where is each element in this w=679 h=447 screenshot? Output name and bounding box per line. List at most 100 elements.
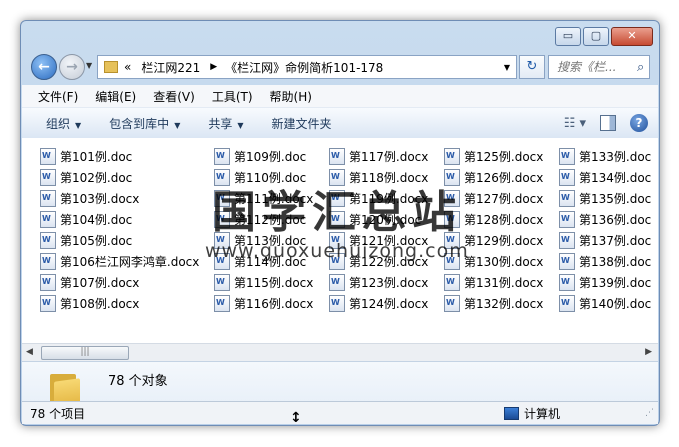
file-item[interactable]: 第138例.doc xyxy=(559,251,658,272)
arrow-left-icon: ← xyxy=(38,59,50,75)
breadcrumb-separator-icon[interactable]: ▶ xyxy=(210,62,217,72)
organize-label: 组织 xyxy=(46,116,71,131)
file-item[interactable]: 第109例.doc xyxy=(214,146,329,167)
file-item[interactable]: 第107例.docx xyxy=(40,272,214,293)
file-name: 第123例.docx xyxy=(349,276,429,290)
minimize-button[interactable]: ▭ xyxy=(555,27,581,46)
file-item[interactable]: 第136例.doc xyxy=(559,209,658,230)
recent-pages-dropdown[interactable]: ▼ xyxy=(86,61,92,70)
include-library-button[interactable]: 包含到库中 ▼ xyxy=(109,115,180,132)
word-document-icon xyxy=(40,232,56,249)
back-button[interactable]: ← xyxy=(31,54,57,80)
file-item[interactable]: 第134例.doc xyxy=(559,167,658,188)
file-item[interactable]: 第123例.docx xyxy=(329,272,444,293)
maximize-button[interactable]: ▢ xyxy=(583,27,609,46)
share-button[interactable]: 共享 ▼ xyxy=(208,115,243,132)
file-item[interactable]: 第105例.doc xyxy=(40,230,214,251)
file-name: 第116例.docx xyxy=(234,297,314,311)
word-document-icon xyxy=(559,253,575,270)
command-bar: 组织 ▼ 包含到库中 ▼ 共享 ▼ 新建文件夹 ☷ ▾ ? xyxy=(22,107,658,139)
status-bar: 78 个项目 计算机 ⋰ xyxy=(22,401,658,424)
location-indicator: 计算机 xyxy=(504,405,560,422)
resize-cursor-icon: ↕ xyxy=(290,410,302,426)
menu-tools[interactable]: 工具(T) xyxy=(212,88,253,105)
file-name: 第127例.docx xyxy=(464,192,544,206)
scroll-left-icon[interactable]: ◀ xyxy=(26,347,33,357)
chevron-down-icon: ▼ xyxy=(75,120,82,130)
file-item[interactable]: 第137例.doc xyxy=(559,230,658,251)
file-name: 第109例.doc xyxy=(234,150,307,164)
chevron-down-icon: ▼ xyxy=(174,120,181,130)
file-item[interactable]: 第106栏江网李鸿章.docx xyxy=(40,251,214,272)
file-item[interactable]: 第131例.docx xyxy=(444,272,559,293)
refresh-button[interactable]: ↻ xyxy=(519,55,545,79)
breadcrumb-current[interactable]: 《栏江网》命例简析101-178 xyxy=(225,59,383,76)
scrollbar-thumb[interactable]: ||| xyxy=(41,346,129,360)
folder-icon xyxy=(104,61,118,73)
word-document-icon xyxy=(329,274,345,291)
file-name: 第108例.docx xyxy=(60,297,140,311)
file-item[interactable]: 第101例.doc xyxy=(40,146,214,167)
forward-button[interactable]: → xyxy=(59,54,85,80)
address-bar[interactable]: « 栏江网221 ▶ 《栏江网》命例简析101-178 ▼ xyxy=(97,55,517,79)
file-name: 第104例.doc xyxy=(60,213,133,227)
close-button[interactable]: ✕ xyxy=(611,27,653,46)
word-document-icon xyxy=(559,190,575,207)
preview-pane-icon[interactable] xyxy=(600,115,616,131)
search-input[interactable] xyxy=(555,59,637,75)
breadcrumb-overflow[interactable]: « xyxy=(124,60,131,74)
menu-file[interactable]: 文件(F) xyxy=(38,88,78,105)
file-item[interactable]: 第117例.docx xyxy=(329,146,444,167)
file-name: 第135例.doc xyxy=(579,192,652,206)
file-name: 第129例.docx xyxy=(464,234,544,248)
word-document-icon xyxy=(559,232,575,249)
search-icon[interactable]: ⌕ xyxy=(637,60,644,75)
file-item[interactable]: 第140例.doc xyxy=(559,293,658,314)
word-document-icon xyxy=(559,211,575,228)
view-options-icon[interactable]: ☷ ▾ xyxy=(564,116,586,131)
word-document-icon xyxy=(444,148,460,165)
menu-edit[interactable]: 编辑(E) xyxy=(95,88,136,105)
item-count: 78 个项目 xyxy=(30,406,86,421)
resize-grip-icon[interactable]: ⋰ xyxy=(645,408,654,418)
file-item[interactable]: 第104例.doc xyxy=(40,209,214,230)
search-box[interactable]: ⌕ xyxy=(548,55,650,79)
word-document-icon xyxy=(40,190,56,207)
file-item[interactable]: 第103例.docx xyxy=(40,188,214,209)
file-item[interactable]: 第102例.doc xyxy=(40,167,214,188)
file-item[interactable]: 第125例.docx xyxy=(444,146,559,167)
file-item[interactable]: 第133例.doc xyxy=(559,146,658,167)
word-document-icon xyxy=(214,148,230,165)
menu-help[interactable]: 帮助(H) xyxy=(270,88,312,105)
word-document-icon xyxy=(444,295,460,312)
organize-button[interactable]: 组织 ▼ xyxy=(46,115,81,132)
word-document-icon xyxy=(40,274,56,291)
menu-bar: 文件(F) 编辑(E) 查看(V) 工具(T) 帮助(H) xyxy=(22,85,658,107)
new-folder-button[interactable]: 新建文件夹 xyxy=(272,115,332,132)
file-name: 第133例.doc xyxy=(579,150,652,164)
file-item[interactable]: 第108例.docx xyxy=(40,293,214,314)
location-label: 计算机 xyxy=(524,406,561,421)
scroll-right-icon[interactable]: ▶ xyxy=(645,347,652,357)
word-document-icon xyxy=(214,274,230,291)
word-document-icon xyxy=(40,148,56,165)
file-name: 第125例.docx xyxy=(464,150,544,164)
word-document-icon xyxy=(329,148,345,165)
file-name: 第128例.docx xyxy=(464,213,544,227)
file-name: 第139例.doc xyxy=(579,276,652,290)
word-document-icon xyxy=(40,169,56,186)
file-name: 第105例.doc xyxy=(60,234,133,248)
file-item[interactable]: 第139例.doc xyxy=(559,272,658,293)
help-icon[interactable]: ? xyxy=(630,114,648,132)
address-dropdown-icon[interactable]: ▼ xyxy=(504,63,510,72)
file-item[interactable]: 第124例.docx xyxy=(329,293,444,314)
file-item[interactable]: 第132例.docx xyxy=(444,293,559,314)
file-item[interactable]: 第116例.docx xyxy=(214,293,329,314)
file-item[interactable]: 第135例.doc xyxy=(559,188,658,209)
horizontal-scrollbar[interactable]: ◀ ||| ▶ xyxy=(22,343,658,361)
breadcrumb-parent[interactable]: 栏江网221 xyxy=(141,59,200,76)
file-name: 第117例.docx xyxy=(349,150,429,164)
menu-view[interactable]: 查看(V) xyxy=(153,88,195,105)
file-name: 第136例.doc xyxy=(579,213,652,227)
file-item[interactable]: 第115例.docx xyxy=(214,272,329,293)
